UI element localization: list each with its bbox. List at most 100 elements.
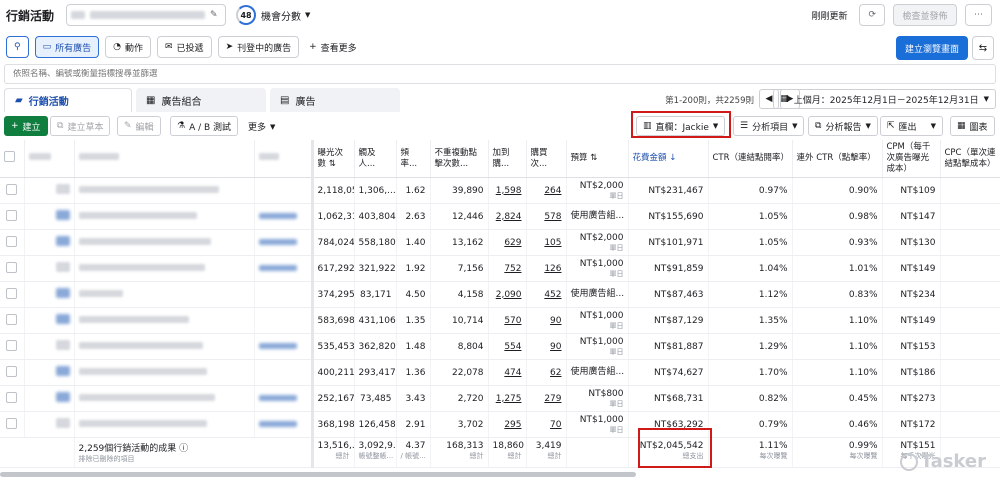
budget-cell[interactable]: NT$1,000 單日: [566, 333, 629, 360]
status-toggle-cell[interactable]: [24, 333, 75, 360]
budget-header[interactable]: 預算 ⇅: [566, 140, 629, 178]
campaign-name-link[interactable]: [78, 341, 203, 349]
info-icon[interactable]: ⓘ: [176, 444, 188, 454]
campaign-name-cell[interactable]: [74, 307, 255, 334]
opportunity-score-label[interactable]: 機會分數: [261, 8, 301, 23]
row-select-cell[interactable]: [0, 177, 25, 204]
add-to-cart-cell-value[interactable]: 295: [504, 420, 521, 430]
campaign-name-link[interactable]: [78, 419, 207, 427]
tab-adsets[interactable]: ▦ 廣告組合: [136, 88, 266, 112]
campaign-name-link[interactable]: [78, 367, 207, 375]
campaign-name-cell[interactable]: [74, 177, 255, 204]
purchases-cell-value[interactable]: 578: [544, 212, 561, 222]
status-toggle[interactable]: [55, 210, 70, 220]
campaign-name-cell[interactable]: [74, 281, 255, 308]
row-select-cell[interactable]: [0, 385, 25, 412]
row-checkbox[interactable]: [6, 365, 18, 377]
purchases-cell-value[interactable]: 452: [544, 290, 561, 300]
breakdown-button[interactable]: ☰ 分析項目 ▼: [733, 116, 805, 136]
delivered-filter-button[interactable]: ✉ 已投遞: [157, 36, 212, 58]
budget-cell[interactable]: NT$1,000 單日: [566, 411, 629, 438]
add-to-cart-cell-value[interactable]: 2,824: [496, 212, 522, 222]
row-select-cell[interactable]: [0, 359, 25, 386]
campaign-name-cell[interactable]: [74, 385, 255, 412]
table-row[interactable]: 374,295 83,171 4.50 4,158 2,090 452 使用廣告組... NT…: [0, 281, 1000, 308]
add-to-cart-header[interactable]: 加到購...: [488, 140, 527, 178]
purchases-cell[interactable]: 126: [526, 255, 567, 282]
campaign-name-link[interactable]: [78, 289, 123, 297]
table-row[interactable]: 617,292 321,922 1.92 7,156 752 126 NT$1,000 單日 N…: [0, 255, 1000, 282]
cpc-header[interactable]: CPC（單次連結點擊成本）: [940, 140, 1000, 178]
status-toggle[interactable]: [55, 314, 70, 324]
more-button[interactable]: 更多 ▼: [244, 120, 279, 134]
campaign-name-cell[interactable]: [74, 255, 255, 282]
row-select-cell[interactable]: [0, 203, 25, 230]
campaign-name-link[interactable]: [78, 315, 189, 323]
create-view-button[interactable]: 建立瀏覽畫面: [895, 36, 968, 60]
add-to-cart-cell[interactable]: 554: [488, 333, 527, 360]
status-toggle[interactable]: [55, 340, 70, 350]
table-row[interactable]: 252,167 73,485 3.43 2,720 1,275 279 NT$800 單日 NT…: [0, 385, 1000, 412]
add-to-cart-cell-value[interactable]: 752: [504, 264, 521, 274]
budget-cell[interactable]: NT$1,000 單日: [566, 307, 629, 334]
table-row[interactable]: 1,062,318 403,804 2.63 12,446 2,824 578 使用廣告組.…: [0, 203, 1000, 230]
add-to-cart-cell[interactable]: 752: [488, 255, 527, 282]
tab-campaigns[interactable]: ▰ 行銷活動: [4, 88, 132, 112]
status-toggle[interactable]: [55, 418, 70, 428]
purchases-cell[interactable]: 90: [526, 333, 567, 360]
row-checkbox[interactable]: [6, 339, 18, 351]
delivery-header[interactable]: [254, 140, 314, 178]
campaign-name-link[interactable]: [78, 393, 215, 401]
status-toggle[interactable]: [55, 392, 70, 402]
table-row[interactable]: 368,198 126,458 2.91 3,702 295 70 NT$1,000 單日 NT…: [0, 411, 1000, 438]
purchases-cell[interactable]: 105: [526, 229, 567, 256]
amount-spent-header[interactable]: 花費金額 ↓: [628, 140, 709, 178]
purchases-cell[interactable]: 90: [526, 307, 567, 334]
date-range-picker[interactable]: ▦ 上個月：2025年12月1日－2025年12月31日 ▼: [773, 89, 996, 109]
add-to-cart-cell[interactable]: 474: [488, 359, 527, 386]
tab-ads[interactable]: ▤ 廣告: [270, 88, 400, 112]
create-button[interactable]: + 建立: [4, 116, 48, 136]
budget-cell[interactable]: 使用廣告組...: [566, 359, 629, 386]
purchases-cell[interactable]: 70: [526, 411, 567, 438]
campaign-name-link[interactable]: [78, 185, 219, 193]
row-select-cell[interactable]: [0, 307, 25, 334]
table-row[interactable]: 583,698 431,106 1.35 10,714 570 90 NT$1,000 單日 N…: [0, 307, 1000, 334]
review-publish-button[interactable]: 檢查並發佈: [893, 4, 957, 26]
purchases-cell-value[interactable]: 90: [550, 342, 561, 352]
row-select-cell[interactable]: [0, 333, 25, 360]
add-to-cart-cell[interactable]: 295: [488, 411, 527, 438]
select-all-checkbox[interactable]: [4, 151, 15, 162]
more-options-button[interactable]: ⋯: [965, 4, 992, 26]
row-checkbox[interactable]: [6, 417, 18, 429]
budget-cell[interactable]: 使用廣告組...: [566, 203, 629, 230]
purchases-cell-value[interactable]: 105: [544, 238, 561, 248]
status-toggle[interactable]: [55, 184, 70, 194]
budget-cell[interactable]: NT$2,000 單日: [566, 229, 629, 256]
status-toggle-cell[interactable]: [24, 281, 75, 308]
activities-button[interactable]: ◔ 動作: [105, 36, 151, 58]
purchases-cell-value[interactable]: 90: [550, 316, 561, 326]
horizontal-scrollbar[interactable]: [0, 472, 636, 477]
reach-header[interactable]: 觸及人...: [354, 140, 397, 178]
status-toggle-cell[interactable]: [24, 203, 75, 230]
name-header[interactable]: [74, 140, 255, 178]
reports-button[interactable]: ⧉ 分析報告 ▼: [808, 116, 878, 136]
account-selector[interactable]: ✎: [66, 4, 227, 26]
status-toggle-cell[interactable]: [24, 255, 75, 282]
campaign-name-link[interactable]: [78, 263, 205, 271]
purchases-cell-value[interactable]: 70: [550, 420, 561, 430]
edit-button[interactable]: ✎ 編輯: [117, 116, 161, 136]
campaign-name-link[interactable]: [78, 211, 197, 219]
add-to-cart-cell[interactable]: 2,090: [488, 281, 527, 308]
ab-test-button[interactable]: ⚗ A / B 測試: [170, 116, 239, 136]
purchases-cell[interactable]: 279: [526, 385, 567, 412]
campaign-name-cell[interactable]: [74, 333, 255, 360]
add-to-cart-cell-value[interactable]: 554: [504, 342, 521, 352]
table-row[interactable]: 784,024 558,180 1.40 13,162 629 105 NT$2,000 單日…: [0, 229, 1000, 256]
charts-button[interactable]: ▦ 圖表: [950, 116, 995, 136]
row-checkbox[interactable]: [6, 391, 18, 403]
purchases-cell-value[interactable]: 279: [544, 394, 561, 404]
row-checkbox[interactable]: [6, 261, 18, 273]
add-to-cart-cell-value[interactable]: 1,598: [496, 186, 522, 196]
